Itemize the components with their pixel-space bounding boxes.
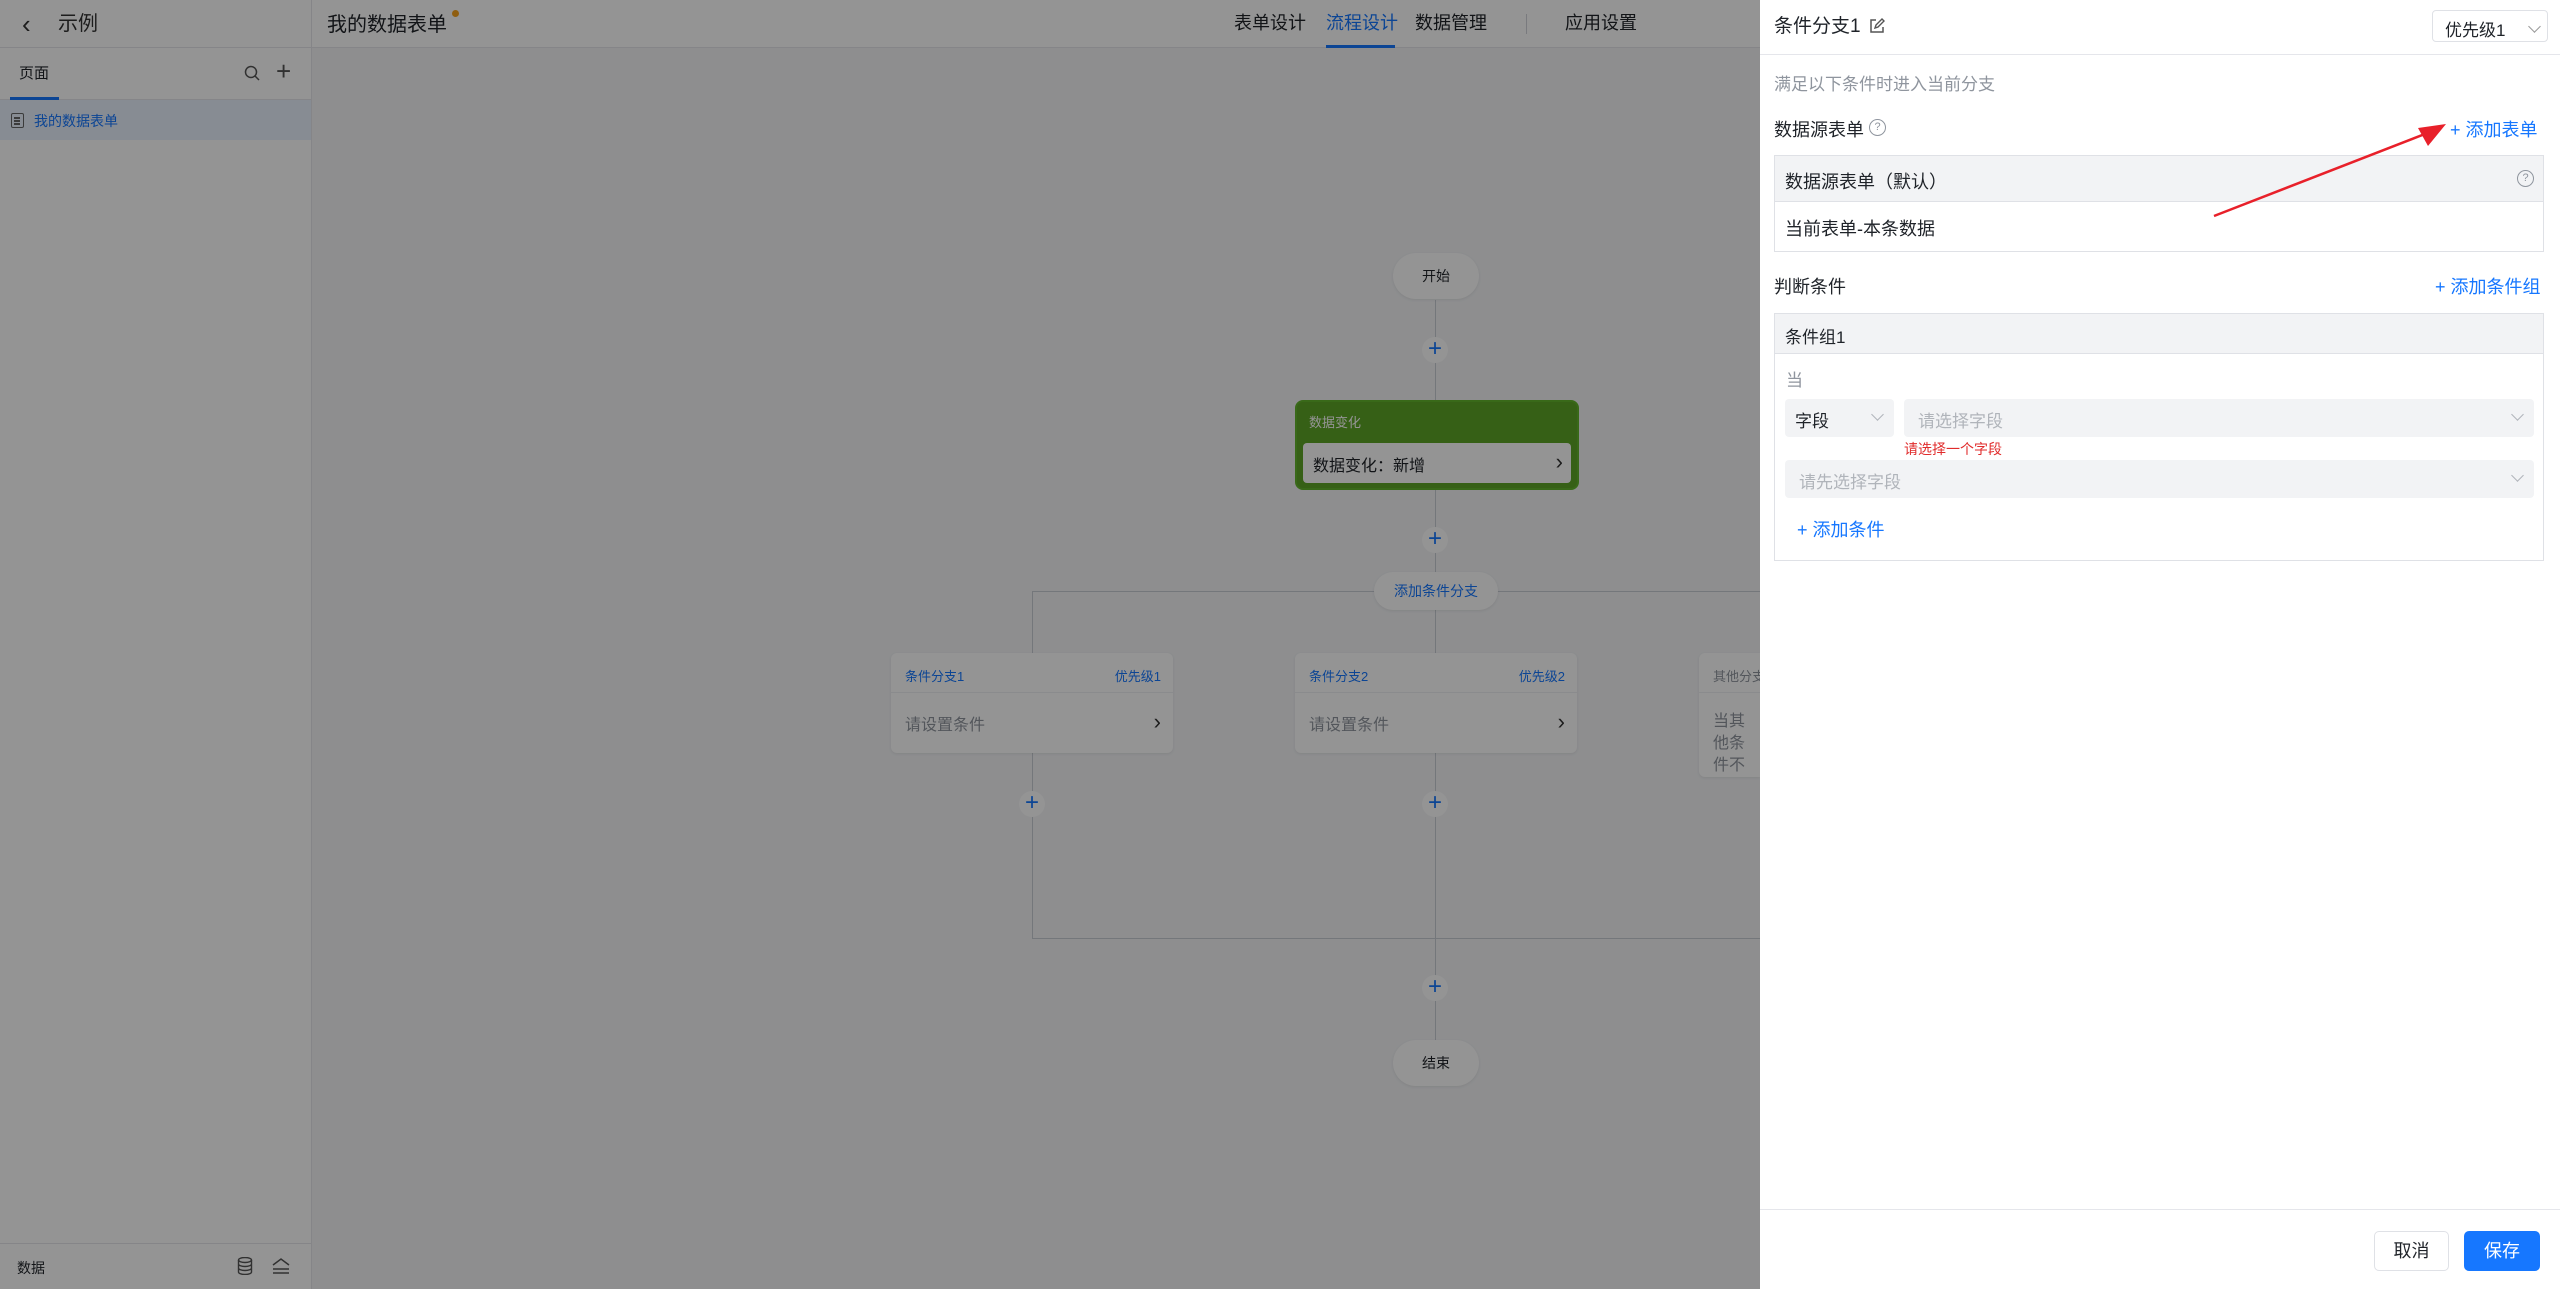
- panel-footer: 取消 保存: [1760, 1209, 2560, 1289]
- condition-group-header: 条件组1: [1775, 314, 2543, 354]
- help-icon[interactable]: ?: [1869, 119, 1886, 136]
- overlay-mask[interactable]: [0, 0, 1760, 1289]
- field-error-message: 请选择一个字段: [1904, 441, 2002, 457]
- add-condition-group-link[interactable]: + 添加条件组: [2435, 273, 2541, 299]
- datasource-header-label: 数据源表单（默认）: [1785, 172, 1947, 192]
- priority-select-value: 优先级1: [2445, 21, 2506, 40]
- when-label: 当: [1786, 371, 1803, 390]
- add-form-label: 添加表单: [2465, 120, 2538, 140]
- chevron-down-icon: [2528, 20, 2541, 33]
- add-condition-group-label: 添加条件组: [2450, 277, 2541, 297]
- chevron-down-icon: [2511, 469, 2524, 482]
- field-select[interactable]: 请选择字段: [1904, 399, 2534, 437]
- panel-header-divider: [1760, 54, 2560, 55]
- add-form-link[interactable]: + 添加表单: [2450, 116, 2538, 142]
- priority-select[interactable]: 优先级1: [2432, 10, 2548, 42]
- condition-label: 判断条件: [1774, 277, 1846, 297]
- datasource-row: 当前表单-本条数据: [1785, 219, 1935, 239]
- add-condition-label: 添加条件: [1812, 520, 1885, 540]
- cancel-button[interactable]: 取消: [2374, 1231, 2449, 1271]
- save-button[interactable]: 保存: [2464, 1231, 2540, 1271]
- chevron-down-icon: [2511, 408, 2524, 421]
- panel-hint: 满足以下条件时进入当前分支: [1774, 75, 1995, 94]
- edit-icon[interactable]: [1869, 18, 1885, 34]
- add-condition-link[interactable]: + 添加条件: [1797, 516, 1885, 542]
- help-icon[interactable]: ?: [2517, 170, 2534, 187]
- app-root: ‹ 示例 我的数据表单 表单设计 流程设计 数据管理 应用设置 页面 + 我的数…: [0, 0, 2560, 1289]
- value-select-placeholder: 请先选择字段: [1799, 473, 1901, 492]
- value-select[interactable]: 请先选择字段: [1785, 460, 2534, 498]
- field-select-placeholder: 请选择字段: [1918, 412, 2003, 431]
- annotation-arrow-icon: [2213, 124, 2446, 218]
- chevron-down-icon: [1871, 408, 1884, 421]
- panel-title: 条件分支1: [1774, 16, 1861, 37]
- condition-group-title: 条件组1: [1785, 328, 1846, 347]
- datasource-label: 数据源表单: [1774, 120, 1864, 140]
- condition-type-select[interactable]: 字段: [1785, 399, 1894, 437]
- condition-type-value: 字段: [1795, 412, 1829, 431]
- condition-group: 条件组1 当 字段 请选择字段 请选择一个字段 请先选择字段 + 添加条件: [1774, 313, 2544, 561]
